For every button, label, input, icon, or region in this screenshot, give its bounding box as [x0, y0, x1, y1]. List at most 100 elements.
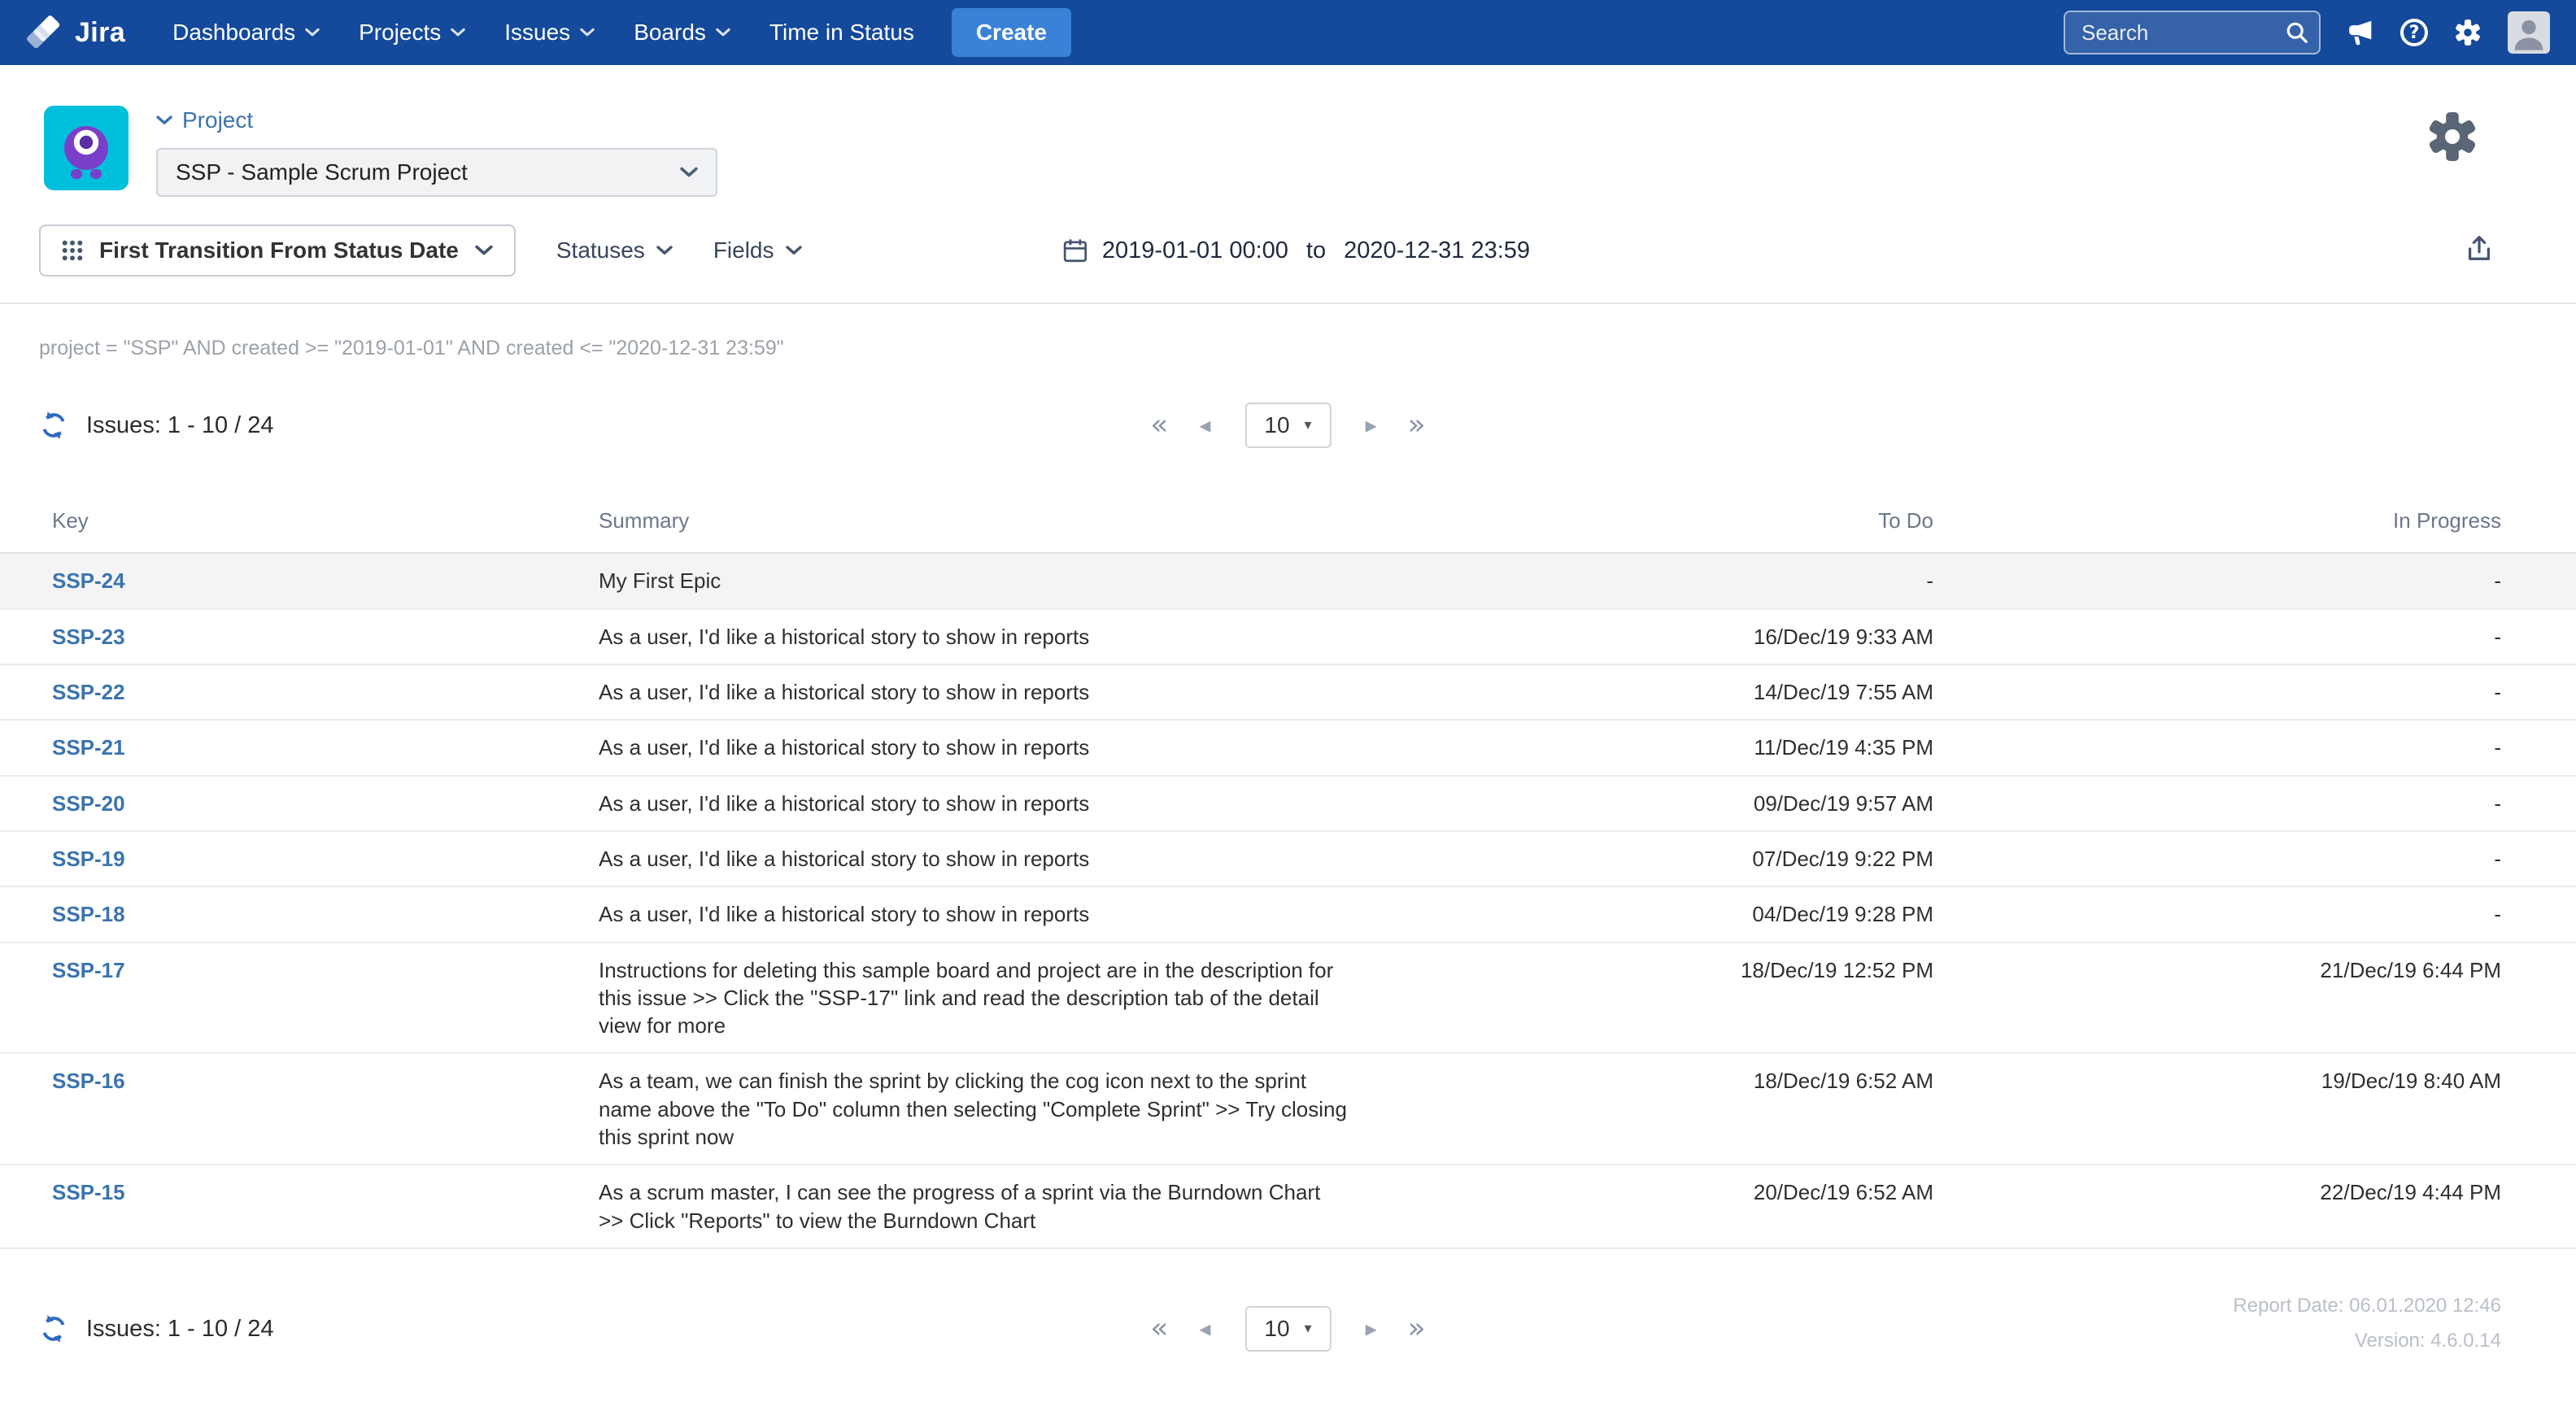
column-header-key[interactable]: Key: [52, 507, 599, 534]
issue-key-link[interactable]: SSP-23: [52, 625, 125, 649]
issue-key-link[interactable]: SSP-18: [52, 902, 125, 926]
table-row: SSP-20 As a user, I'd like a historical …: [0, 777, 2576, 832]
table-row: SSP-21 As a user, I'd like a historical …: [0, 721, 2576, 776]
caret-down-icon: ▾: [1305, 418, 1312, 433]
column-header-todo[interactable]: To Do: [1363, 507, 1933, 534]
issue-key-cell: SSP-20: [52, 790, 599, 817]
issue-inprogress-date: -: [1933, 900, 2501, 928]
fields-button[interactable]: Fields: [713, 237, 802, 263]
jira-logo[interactable]: Jira: [26, 14, 125, 51]
issues-footer-row: Issues: 1 - 10 / 24 « ◂ 10 ▾ ▸ » Report …: [0, 1301, 2576, 1356]
report-type-button[interactable]: First Transition From Status Date: [39, 224, 516, 276]
nav-search: [2064, 11, 2321, 54]
search-input[interactable]: [2064, 11, 2321, 54]
nav-item-label: Dashboards: [172, 20, 295, 46]
first-page-button[interactable]: «: [1142, 1314, 1176, 1343]
issue-todo-date: 20/Dec/19 6:52 AM: [1363, 1178, 1933, 1206]
chevron-down-icon: [451, 28, 465, 37]
last-page-button[interactable]: »: [1400, 1314, 1434, 1343]
prev-page-button[interactable]: ◂: [1191, 1317, 1218, 1340]
report-info: Report Date: 06.01.2020 12:46 Version: 4…: [2233, 1288, 2501, 1358]
issue-key-link[interactable]: SSP-20: [52, 791, 125, 816]
issue-key-cell: SSP-18: [52, 900, 599, 928]
nav-item-label: Issues: [504, 20, 570, 46]
refresh-icon[interactable]: [39, 411, 68, 440]
table-row: SSP-19 As a user, I'd like a historical …: [0, 832, 2576, 887]
statuses-button[interactable]: Statuses: [556, 237, 673, 263]
settings-gear-icon[interactable]: [2423, 107, 2482, 172]
project-header: Project SSP - Sample Scrum Project: [0, 65, 2576, 216]
issue-inprogress-date: -: [1933, 790, 2501, 817]
announcement-icon[interactable]: [2345, 17, 2376, 48]
issue-key-cell: SSP-22: [52, 678, 599, 706]
nav-item-issues[interactable]: Issues: [486, 8, 612, 57]
first-page-button[interactable]: «: [1142, 411, 1176, 440]
project-select[interactable]: SSP - Sample Scrum Project: [156, 148, 717, 197]
nav-item-boards[interactable]: Boards: [616, 8, 748, 57]
issue-inprogress-date: 21/Dec/19 6:44 PM: [1933, 956, 2501, 984]
table-row: SSP-15 As a scrum master, I can see the …: [0, 1165, 2576, 1249]
issue-inprogress-date: 22/Dec/19 4:44 PM: [1933, 1178, 2501, 1206]
last-page-button[interactable]: »: [1400, 411, 1434, 440]
issue-key-cell: SSP-24: [52, 567, 599, 594]
project-avatar[interactable]: [44, 106, 129, 190]
nav-item-label: Projects: [359, 20, 441, 46]
statuses-label: Statuses: [556, 237, 645, 263]
issue-todo-date: 18/Dec/19 12:52 PM: [1363, 956, 1933, 984]
nav-right: ?: [2064, 11, 2550, 54]
page: Jira Dashboards Projects Issues Boards T…: [0, 0, 2576, 1415]
chevron-down-icon: [786, 246, 802, 255]
issue-summary: As a team, we can finish the sprint by c…: [599, 1067, 1363, 1151]
issues-table: Key Summary To Do In Progress SSP-24 My …: [0, 497, 2576, 1249]
next-page-button[interactable]: ▸: [1358, 1317, 1385, 1340]
issue-summary: My First Epic: [599, 567, 1363, 594]
pagination-bottom: « ◂ 10 ▾ ▸ »: [1142, 1306, 1433, 1352]
fields-label: Fields: [713, 237, 774, 263]
next-page-button[interactable]: ▸: [1358, 414, 1385, 437]
issue-summary: As a user, I'd like a historical story t…: [599, 900, 1363, 928]
issue-key-cell: SSP-21: [52, 734, 599, 761]
nav-menu: Dashboards Projects Issues Boards Time i…: [155, 8, 932, 57]
prev-page-button[interactable]: ◂: [1191, 414, 1218, 437]
issue-inprogress-date: 19/Dec/19 8:40 AM: [1933, 1067, 2501, 1095]
issue-key-link[interactable]: SSP-15: [52, 1180, 125, 1204]
page-size-select[interactable]: 10 ▾: [1244, 403, 1331, 448]
issue-key-link[interactable]: SSP-16: [52, 1069, 125, 1093]
issue-key-cell: SSP-19: [52, 845, 599, 873]
page-size-select[interactable]: 10 ▾: [1244, 1306, 1331, 1352]
table-row: SSP-23 As a user, I'd like a historical …: [0, 610, 2576, 665]
issue-key-link[interactable]: SSP-19: [52, 847, 125, 871]
help-icon[interactable]: ?: [2400, 19, 2428, 46]
nav-item-time-in-status[interactable]: Time in Status: [752, 8, 932, 57]
project-label: Project: [182, 107, 253, 133]
chevron-down-icon: [580, 28, 595, 37]
issue-summary: Instructions for deleting this sample bo…: [599, 956, 1363, 1040]
column-header-summary[interactable]: Summary: [599, 507, 1363, 534]
issue-todo-date: 14/Dec/19 7:55 AM: [1363, 678, 1933, 706]
jira-logo-icon: [26, 14, 63, 51]
nav-item-label: Time in Status: [769, 20, 914, 46]
create-button[interactable]: Create: [952, 8, 1071, 57]
gear-icon[interactable]: [2452, 17, 2483, 48]
issue-todo-date: 16/Dec/19 9:33 AM: [1363, 623, 1933, 651]
issue-key-link[interactable]: SSP-22: [52, 680, 125, 704]
issue-todo-date: 11/Dec/19 4:35 PM: [1363, 734, 1933, 761]
user-avatar[interactable]: [2508, 11, 2550, 54]
issue-key-link[interactable]: SSP-24: [52, 568, 125, 593]
project-label-toggle[interactable]: Project: [156, 107, 253, 133]
project-select-value: SSP - Sample Scrum Project: [176, 159, 468, 185]
nav-item-dashboards[interactable]: Dashboards: [155, 8, 338, 57]
caret-down-icon: ▾: [1305, 1321, 1312, 1336]
export-icon[interactable]: [2460, 229, 2498, 272]
issue-key-link[interactable]: SSP-21: [52, 735, 125, 760]
refresh-icon[interactable]: [39, 1314, 68, 1343]
issue-inprogress-date: -: [1933, 845, 2501, 873]
calendar-icon: [1061, 237, 1089, 264]
issue-key-link[interactable]: SSP-17: [52, 958, 125, 982]
issues-header-row: Issues: 1 - 10 / 24 « ◂ 10 ▾ ▸ »: [0, 398, 2576, 453]
date-range-picker[interactable]: 2019-01-01 00:00 to 2020-12-31 23:59: [1061, 237, 1530, 264]
issue-key-cell: SSP-17: [52, 956, 599, 984]
column-header-inprogress[interactable]: In Progress: [1933, 507, 2501, 534]
nav-item-projects[interactable]: Projects: [341, 8, 483, 57]
date-separator: to: [1301, 237, 1331, 264]
